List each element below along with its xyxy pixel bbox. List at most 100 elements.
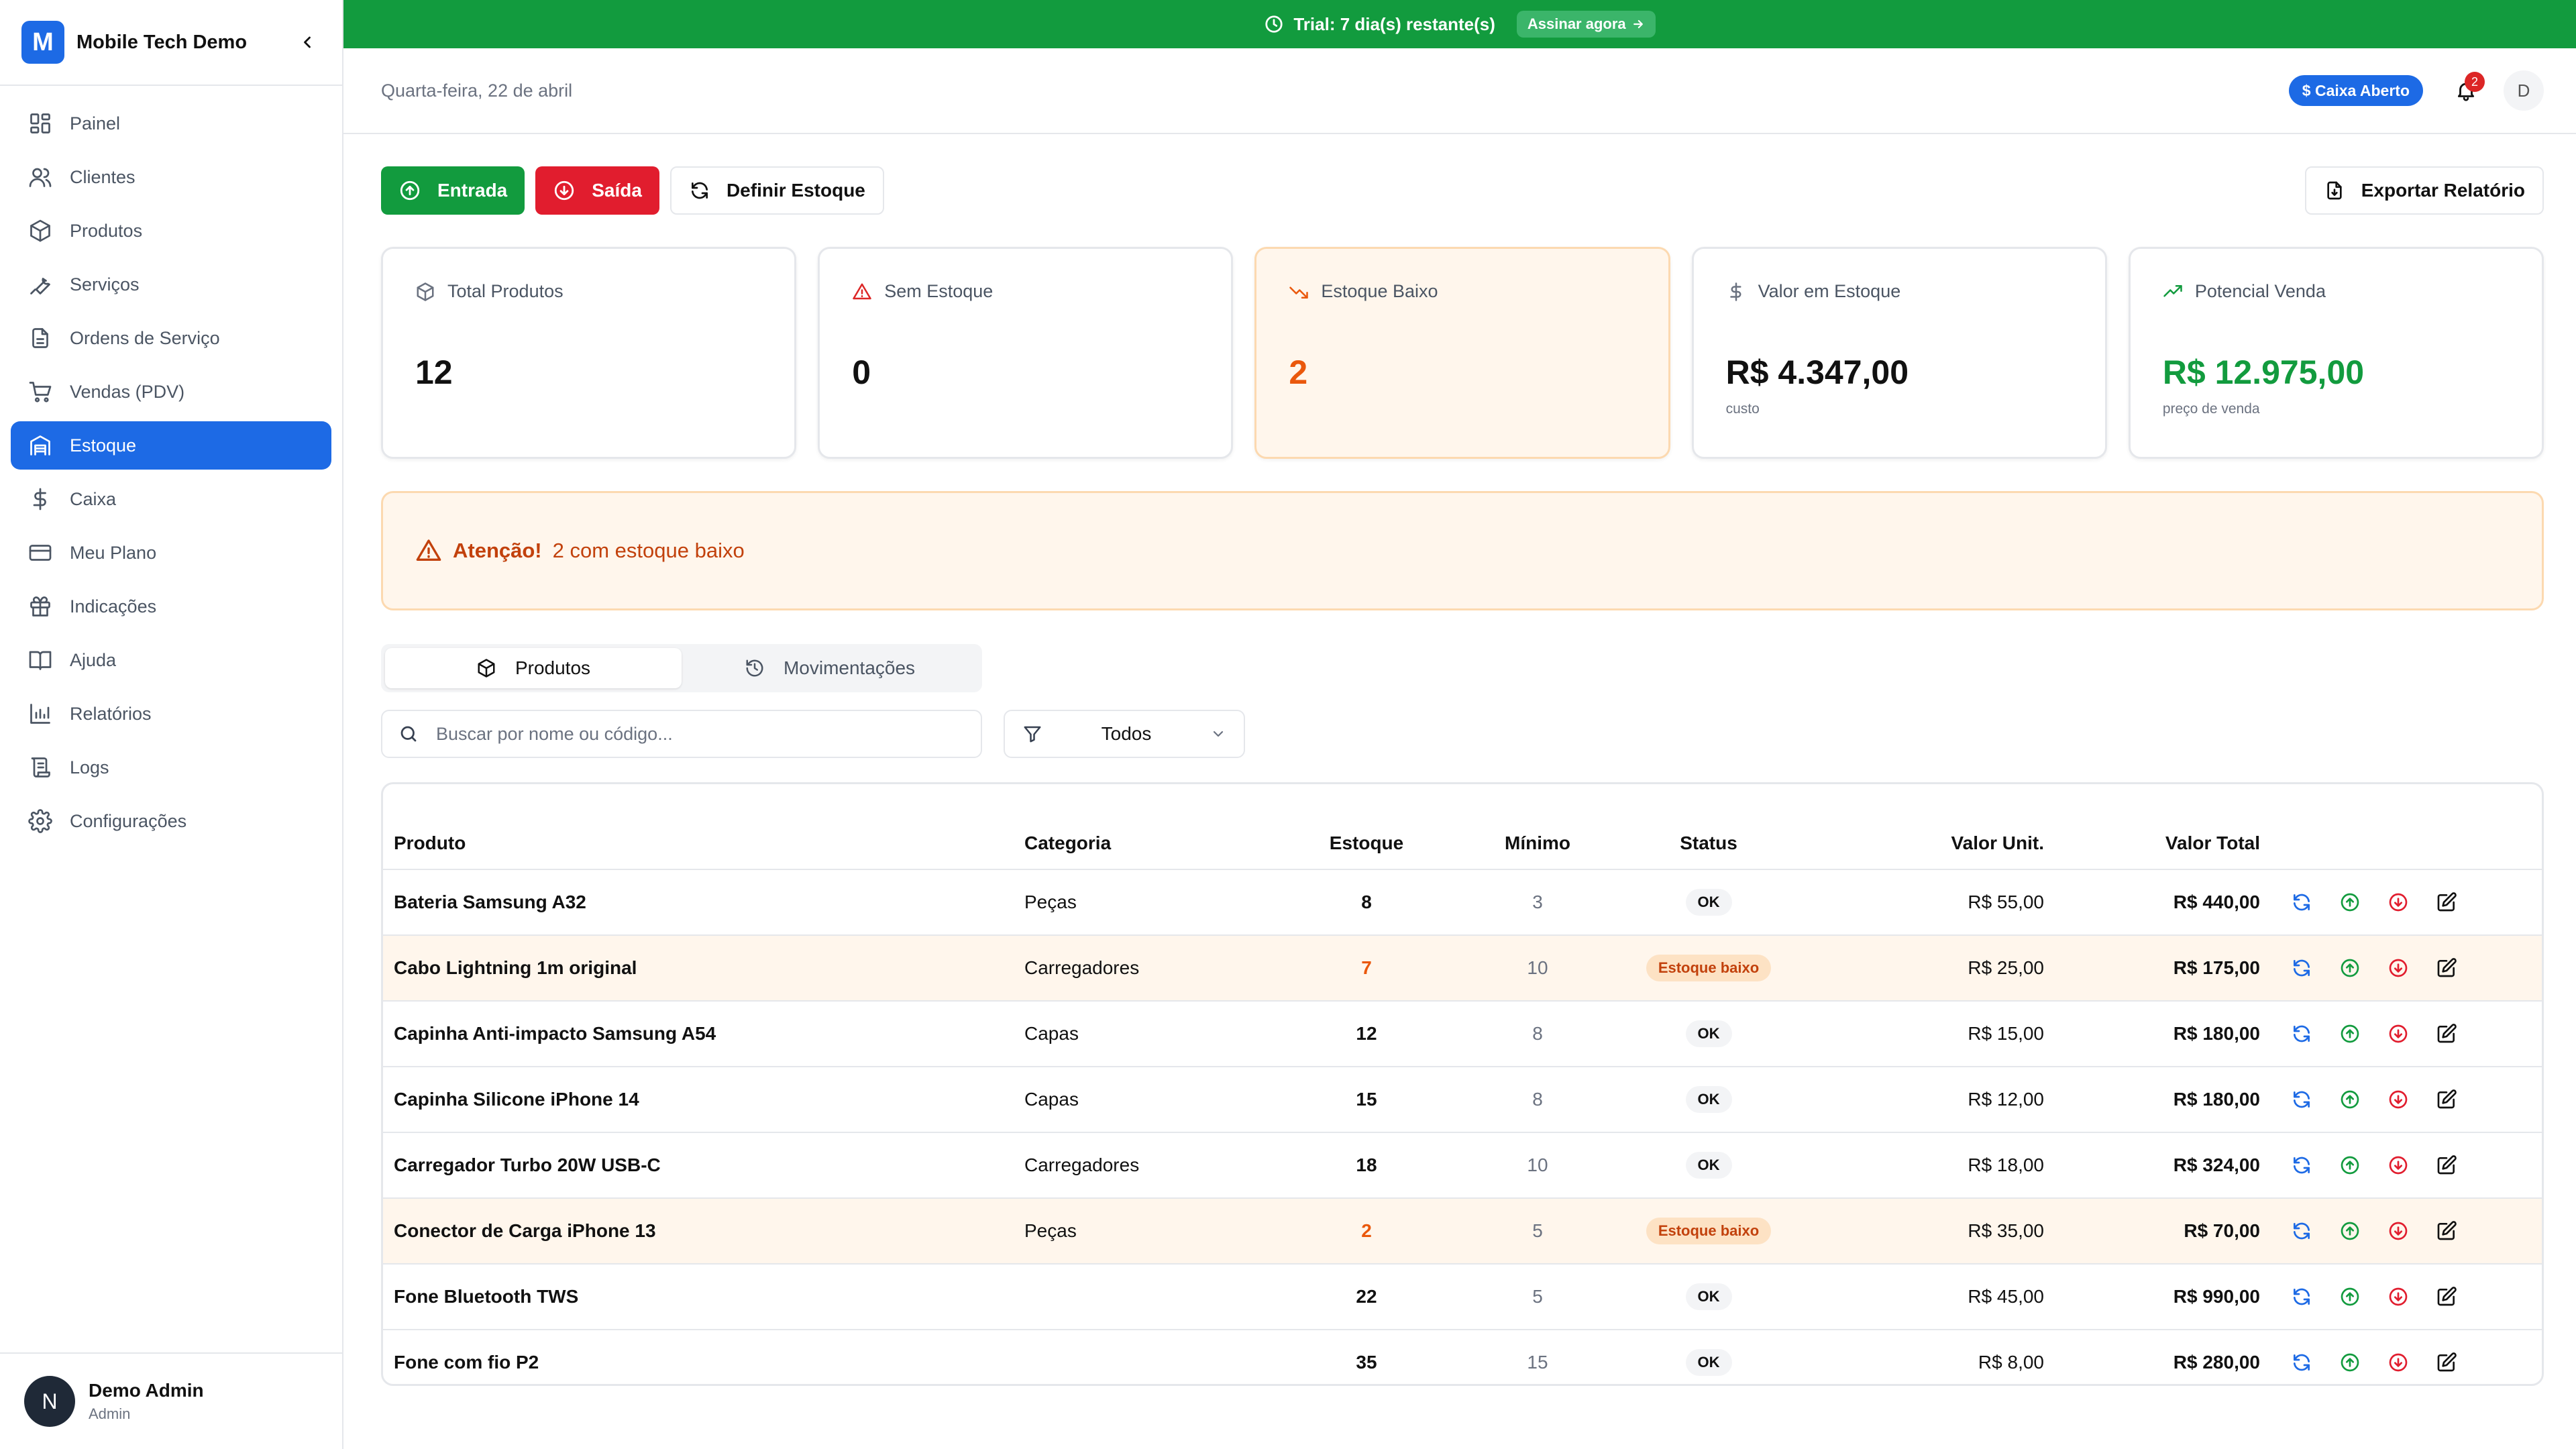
adjust-stock-button[interactable]	[2287, 1019, 2316, 1049]
table-row[interactable]: Carregador Turbo 20W USB-C Carregadores 18…	[383, 1133, 2542, 1199]
cell-actions	[2260, 953, 2468, 983]
total-products-card: Total Produtos 12	[381, 247, 797, 459]
user-menu-button[interactable]: D	[2504, 70, 2544, 111]
stock-exit-button[interactable]: Saída	[535, 166, 659, 215]
sidebar-item-grid[interactable]: Painel	[11, 99, 331, 148]
notification-count: 2	[2465, 72, 2485, 92]
edit-button[interactable]	[2432, 1085, 2461, 1114]
col-total-value[interactable]: Valor Total	[2044, 833, 2260, 854]
cell-product: Conector de Carga iPhone 13	[394, 1220, 656, 1241]
col-unit-value[interactable]: Valor Unit.	[1782, 833, 2044, 854]
tab-movements[interactable]: Movimentações	[682, 648, 978, 688]
stock-entry-button[interactable]: Entrada	[381, 166, 525, 215]
sidebar-item-dollar[interactable]: Caixa	[11, 475, 331, 523]
entry-button[interactable]	[2335, 1282, 2365, 1311]
credit-card-icon	[27, 539, 54, 566]
edit-icon	[2437, 1221, 2457, 1240]
adjust-stock-button[interactable]	[2287, 1150, 2316, 1180]
edit-icon	[2437, 958, 2457, 977]
adjust-stock-button[interactable]	[2287, 1282, 2316, 1311]
table-row[interactable]: Fone Bluetooth TWS 22 5 OK R$ 45,00 R$ 990,00	[383, 1265, 2542, 1330]
subscribe-button[interactable]: Assinar agora	[1516, 11, 1656, 38]
col-product[interactable]: Produto	[383, 833, 1024, 854]
sidebar-item-wrench[interactable]: Serviços	[11, 260, 331, 309]
filter-selected-value: Todos	[1101, 723, 1152, 744]
exit-button[interactable]	[2383, 953, 2413, 983]
table-header: Produto Categoria Estoque Mínimo Status …	[383, 784, 2542, 870]
sidebar-item-label: Painel	[70, 113, 121, 133]
exit-button[interactable]	[2383, 1216, 2413, 1246]
exit-button[interactable]	[2383, 1150, 2413, 1180]
edit-button[interactable]	[2432, 1216, 2461, 1246]
cell-status: OK	[1635, 1349, 1782, 1376]
card-value: 0	[852, 354, 871, 391]
sidebar-user[interactable]: N Demo Admin Admin	[0, 1352, 342, 1449]
cash-status-badge[interactable]: $ Caixa Aberto	[2288, 75, 2423, 106]
edit-button[interactable]	[2432, 1282, 2461, 1311]
exit-button[interactable]	[2383, 1348, 2413, 1377]
table-row[interactable]: Conector de Carga iPhone 13 Peças 2 5 Estoqu…	[383, 1199, 2542, 1265]
sidebar-item-credit-card[interactable]: Meu Plano	[11, 529, 331, 577]
col-category[interactable]: Categoria	[1024, 833, 1293, 854]
tab-products[interactable]: Produtos	[385, 648, 682, 688]
adjust-stock-button[interactable]	[2287, 888, 2316, 917]
edit-icon	[2437, 1155, 2457, 1175]
cell-product: Cabo Lightning 1m original	[394, 957, 637, 978]
table-row[interactable]: Fone com fio P2 35 15 OK R$ 8,00 R$ 280,00	[383, 1330, 2542, 1384]
cell-total-value: R$ 70,00	[2184, 1220, 2260, 1241]
sidebar-item-book[interactable]: Ajuda	[11, 636, 331, 684]
cell-actions	[2260, 1150, 2468, 1180]
entry-button[interactable]	[2335, 1019, 2365, 1049]
col-status[interactable]: Status	[1635, 833, 1782, 854]
adjust-stock-button[interactable]	[2287, 1216, 2316, 1246]
cell-status: OK	[1635, 1152, 1782, 1179]
edit-button[interactable]	[2432, 888, 2461, 917]
category-filter-select[interactable]: Todos	[1004, 710, 1245, 758]
sidebar-item-document[interactable]: Ordens de Serviço	[11, 314, 331, 362]
status-badge: Estoque baixo	[1646, 1218, 1772, 1244]
exit-button[interactable]	[2383, 888, 2413, 917]
cell-category: Peças	[1024, 892, 1077, 912]
adjust-stock-button[interactable]	[2287, 1348, 2316, 1377]
sidebar-item-bar-chart[interactable]: Relatórios	[11, 690, 331, 738]
notifications-button[interactable]: 2	[2447, 72, 2485, 109]
table-row[interactable]: Cabo Lightning 1m original Carregadores 7 1…	[383, 936, 2542, 1002]
adjust-stock-button[interactable]	[2287, 1085, 2316, 1114]
sidebar-item-cart[interactable]: Vendas (PDV)	[11, 368, 331, 416]
sidebar-item-scroll[interactable]: Logs	[11, 743, 331, 792]
cell-unit-value: R$ 25,00	[1968, 957, 2044, 978]
entry-button[interactable]	[2335, 1150, 2365, 1180]
sidebar-item-gear[interactable]: Configurações	[11, 797, 331, 845]
col-minimum[interactable]: Mínimo	[1440, 833, 1635, 854]
exit-button[interactable]	[2383, 1085, 2413, 1114]
adjust-stock-button[interactable]	[2287, 953, 2316, 983]
table-row[interactable]: Bateria Samsung A32 Peças 8 3 OK R$ 55,00 R$ 4…	[383, 870, 2542, 936]
edit-button[interactable]	[2432, 1348, 2461, 1377]
set-stock-button[interactable]: Definir Estoque	[669, 166, 884, 215]
sidebar-item-users[interactable]: Clientes	[11, 153, 331, 201]
sidebar-item-box[interactable]: Produtos	[11, 207, 331, 255]
edit-button[interactable]	[2432, 953, 2461, 983]
entry-button[interactable]	[2335, 1216, 2365, 1246]
table-row[interactable]: Capinha Silicone iPhone 14 Capas 15 8 OK R$ 1…	[383, 1067, 2542, 1133]
cell-product: Capinha Silicone iPhone 14	[394, 1089, 639, 1110]
search-input[interactable]: Buscar por nome ou código...	[381, 710, 982, 758]
collapse-sidebar-button[interactable]	[294, 29, 321, 56]
entry-button[interactable]	[2335, 1085, 2365, 1114]
file-download-icon	[2324, 180, 2345, 201]
entry-button[interactable]	[2335, 953, 2365, 983]
sidebar-item-gift[interactable]: Indicações	[11, 582, 331, 631]
entry-button[interactable]	[2335, 1348, 2365, 1377]
edit-button[interactable]	[2432, 1019, 2461, 1049]
arrow-right-icon	[1631, 17, 1645, 31]
exit-button[interactable]	[2383, 1019, 2413, 1049]
cell-minimum: 8	[1532, 1023, 1543, 1044]
entry-button[interactable]	[2335, 888, 2365, 917]
edit-button[interactable]	[2432, 1150, 2461, 1180]
table-row[interactable]: Capinha Anti-impacto Samsung A54 Capas 12 8…	[383, 1002, 2542, 1067]
sidebar-item-warehouse[interactable]: Estoque	[11, 421, 331, 470]
col-stock[interactable]: Estoque	[1293, 833, 1440, 854]
table-body: Bateria Samsung A32 Peças 8 3 OK R$ 55,00 R$ 4…	[383, 870, 2542, 1384]
exit-button[interactable]	[2383, 1282, 2413, 1311]
export-report-button[interactable]: Exportar Relatório	[2304, 166, 2544, 215]
